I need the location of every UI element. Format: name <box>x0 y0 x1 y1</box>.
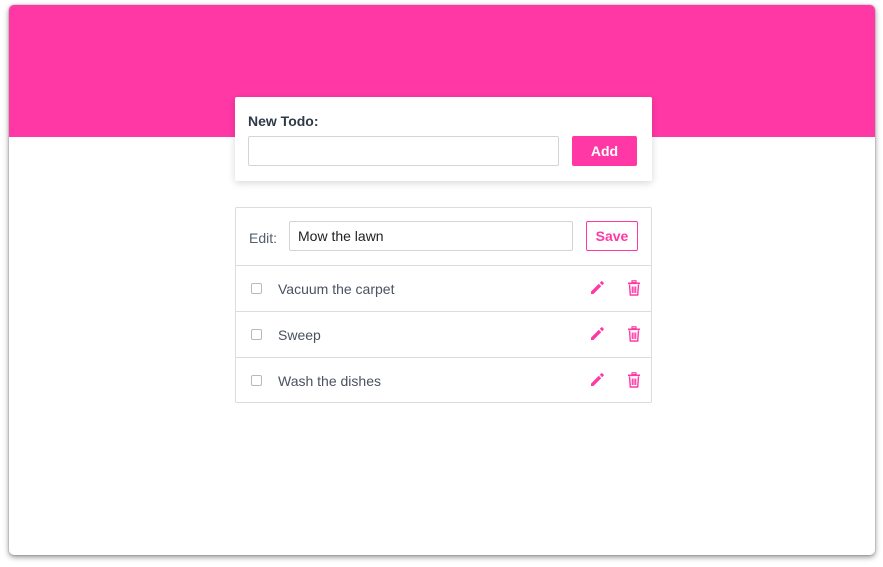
app-window: New Todo: Add Edit: Save Vacuum the carp… <box>9 5 875 555</box>
add-button[interactable]: Add <box>572 136 637 166</box>
pencil-icon[interactable] <box>588 371 606 389</box>
todo-text: Wash the dishes <box>278 373 381 389</box>
todo-checkbox[interactable] <box>251 375 262 386</box>
todo-checkbox[interactable] <box>251 329 262 340</box>
new-todo-card: New Todo: Add <box>235 97 652 181</box>
save-button[interactable]: Save <box>586 221 638 251</box>
edit-input[interactable] <box>289 221 573 251</box>
edit-label: Edit: <box>249 230 278 246</box>
trash-icon[interactable] <box>625 325 643 343</box>
trash-icon[interactable] <box>625 279 643 297</box>
todo-item: Vacuum the carpet <box>236 266 651 312</box>
pencil-icon[interactable] <box>588 325 606 343</box>
todo-text: Vacuum the carpet <box>278 281 395 297</box>
todo-checkbox[interactable] <box>251 283 262 294</box>
todo-item: Sweep <box>236 312 651 358</box>
pencil-icon[interactable] <box>588 279 606 297</box>
todo-list: Edit: Save Vacuum the carpet Sweep <box>235 207 652 403</box>
trash-icon[interactable] <box>625 371 643 389</box>
todo-item: Wash the dishes <box>236 358 651 404</box>
edit-row: Edit: Save <box>236 208 651 266</box>
new-todo-input[interactable] <box>248 136 559 166</box>
new-todo-label: New Todo: <box>248 113 319 129</box>
todo-text: Sweep <box>278 327 321 343</box>
